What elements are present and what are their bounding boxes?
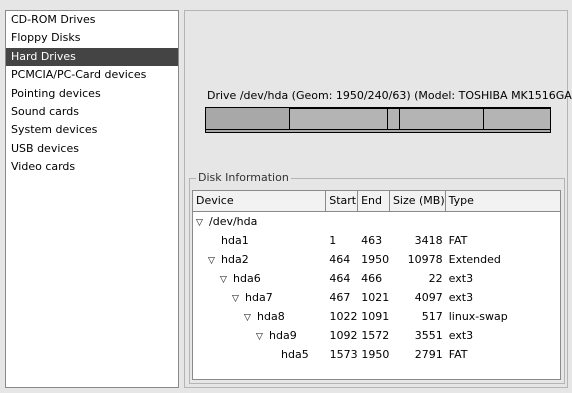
- device-name: hda2: [221, 253, 249, 266]
- drive-partition-bar: [205, 107, 551, 133]
- table-row[interactable]: ▽ hda7 467 1021 4097 ext3: [193, 288, 560, 307]
- table-row[interactable]: hda5 1573 1950 2791 FAT: [193, 345, 560, 364]
- cell-end: 1021: [361, 291, 390, 304]
- cell-end: 1950: [361, 348, 390, 361]
- disk-information-title: Disk Information: [196, 171, 291, 184]
- device-category-item[interactable]: Floppy Disks: [6, 29, 178, 47]
- partition-separator: [399, 109, 400, 129]
- device-name: hda6: [233, 272, 261, 285]
- cell-size: [390, 212, 446, 231]
- device-category-item[interactable]: PCMCIA/PC-Card devices: [6, 66, 178, 84]
- expander-triangle-icon[interactable]: ▽: [196, 214, 206, 231]
- cell-type: [446, 212, 560, 231]
- device-category-item[interactable]: System devices: [6, 121, 178, 139]
- cell-start: [326, 212, 358, 231]
- partition-separator: [483, 109, 484, 129]
- disk-information-table[interactable]: Device Start End Size (MB) Type ▽/dev/hd…: [192, 190, 561, 380]
- cell-type: FAT: [448, 234, 468, 247]
- device-category-item[interactable]: Pointing devices: [6, 85, 178, 103]
- device-category-item[interactable]: Hard Drives: [6, 47, 178, 67]
- cell-type: linux-swap: [448, 310, 508, 323]
- column-header-device[interactable]: Device: [193, 191, 327, 211]
- cell-end: 463: [361, 234, 383, 247]
- cell-size: 3418: [414, 234, 443, 247]
- table-row[interactable]: ▽ hda9 1092 1572 3551 ext3: [193, 326, 560, 345]
- cell-end: 1950: [361, 253, 390, 266]
- table-body: ▽/dev/hda hda1 1 463 3418 FAT ▽ hda2 464 1950 1097…: [193, 212, 560, 364]
- cell-end: [358, 212, 390, 231]
- device-name: /dev/hda: [209, 215, 258, 228]
- device-name: hda7: [245, 291, 273, 304]
- cell-size: 2791: [414, 348, 443, 361]
- column-header-type[interactable]: Type: [446, 191, 560, 211]
- cell-type: ext3: [448, 329, 474, 342]
- cell-size: 517: [421, 310, 443, 323]
- cell-size: 3551: [414, 329, 443, 342]
- device-name: hda5: [281, 348, 309, 361]
- cell-start: 464: [329, 272, 351, 285]
- device-details-panel: Drive /dev/hda (Geom: 1950/240/63) (Mode…: [184, 10, 572, 388]
- expander-triangle-icon[interactable]: ▽: [244, 309, 254, 326]
- device-name: hda8: [257, 310, 285, 323]
- device-name: hda9: [269, 329, 297, 342]
- cell-device: ▽ hda7: [193, 288, 326, 307]
- device-name: hda1: [221, 234, 249, 247]
- device-category-item[interactable]: Sound cards: [6, 103, 178, 121]
- cell-start: 467: [329, 291, 351, 304]
- table-row[interactable]: ▽/dev/hda: [193, 212, 560, 231]
- cell-type: ext3: [448, 272, 474, 285]
- disk-information-frame: Disk Information Device Start End Size (…: [189, 171, 565, 384]
- partition-bar-baseline: [206, 129, 550, 130]
- cell-device: ▽ hda6: [193, 269, 326, 288]
- table-header: Device Start End Size (MB) Type: [193, 191, 560, 212]
- extended-partition-block: [289, 108, 551, 130]
- cell-start: 1: [329, 234, 337, 247]
- cell-end: 466: [361, 272, 383, 285]
- cell-start: 1573: [329, 348, 358, 361]
- device-category-item[interactable]: Video cards: [6, 158, 178, 176]
- device-list[interactable]: CD-ROM Drives Floppy Disks Hard Drives PCMC…: [5, 10, 179, 388]
- expander-triangle-icon[interactable]: ▽: [232, 290, 242, 307]
- table-row[interactable]: ▽ hda8 1022 1091 517 linux-swap: [193, 307, 560, 326]
- cell-end: 1091: [361, 310, 390, 323]
- cell-type: Extended: [448, 253, 501, 266]
- cell-start: 464: [329, 253, 351, 266]
- cell-device: ▽ hda8: [193, 307, 326, 326]
- column-header-start[interactable]: Start: [326, 191, 359, 211]
- expander-triangle-icon[interactable]: ▽: [256, 328, 266, 345]
- cell-device: hda5: [193, 345, 327, 364]
- table-row[interactable]: hda1 1 463 3418 FAT: [193, 231, 560, 250]
- cell-device: ▽ hda9: [193, 326, 327, 345]
- cell-device: hda1: [193, 231, 326, 250]
- cell-size: 22: [428, 272, 443, 285]
- partition-separator: [387, 109, 388, 129]
- table-row[interactable]: ▽ hda2 464 1950 10978 Extended: [193, 250, 560, 269]
- cell-type: ext3: [448, 291, 474, 304]
- expander-triangle-icon[interactable]: ▽: [220, 271, 230, 288]
- drive-label: Drive /dev/hda (Geom: 1950/240/63) (Mode…: [207, 89, 572, 102]
- cell-size: 10978: [407, 253, 443, 266]
- device-category-item[interactable]: CD-ROM Drives: [6, 11, 178, 29]
- cell-type: FAT: [448, 348, 468, 361]
- cell-device: ▽ hda2: [193, 250, 326, 269]
- table-row[interactable]: ▽ hda6 464 466 22 ext3: [193, 269, 560, 288]
- cell-end: 1572: [361, 329, 390, 342]
- cell-device: ▽/dev/hda: [193, 212, 326, 231]
- cell-start: 1022: [329, 310, 358, 323]
- column-header-end[interactable]: End: [358, 191, 390, 211]
- cell-start: 1092: [329, 329, 358, 342]
- expander-triangle-icon[interactable]: ▽: [208, 252, 218, 269]
- column-header-size[interactable]: Size (MB): [390, 191, 446, 211]
- cell-size: 4097: [414, 291, 443, 304]
- device-category-item[interactable]: USB devices: [6, 140, 178, 158]
